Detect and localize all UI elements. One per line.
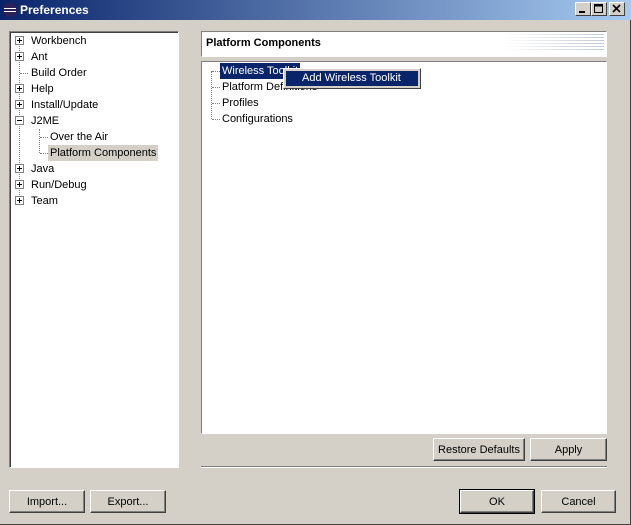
tree-connector bbox=[212, 119, 220, 120]
expand-icon[interactable] bbox=[15, 164, 24, 173]
tree-connector bbox=[212, 71, 220, 72]
tree-item-help[interactable]: Help bbox=[10, 81, 170, 97]
maximize-button[interactable] bbox=[591, 2, 607, 16]
maximize-icon bbox=[594, 4, 603, 13]
tree-item-j2me[interactable]: J2ME bbox=[10, 113, 170, 129]
preferences-tree[interactable]: Workbench Ant Build Order Help Install/U… bbox=[9, 31, 179, 468]
tree-item-profiles[interactable]: Profiles bbox=[202, 95, 402, 111]
tree-connector bbox=[40, 153, 48, 154]
expand-icon[interactable] bbox=[15, 36, 24, 45]
page-title: Platform Components bbox=[206, 37, 321, 49]
header-decoration bbox=[504, 34, 604, 52]
tree-item-build-order[interactable]: Build Order bbox=[10, 65, 170, 81]
restore-defaults-button[interactable]: Restore Defaults bbox=[433, 438, 525, 461]
cancel-button[interactable]: Cancel bbox=[541, 490, 616, 513]
tree-item-platform-components[interactable]: Platform Components bbox=[10, 145, 170, 161]
minimize-button[interactable] bbox=[575, 2, 591, 16]
title-bar[interactable]: Preferences bbox=[0, 0, 631, 20]
ok-button[interactable]: OK bbox=[459, 489, 535, 514]
export-button[interactable]: Export... bbox=[90, 490, 166, 513]
expand-icon[interactable] bbox=[15, 180, 24, 189]
tree-item-install-update[interactable]: Install/Update bbox=[10, 97, 170, 113]
expand-icon[interactable] bbox=[15, 196, 24, 205]
tree-connector bbox=[20, 73, 28, 74]
close-icon bbox=[612, 4, 621, 13]
collapse-icon[interactable] bbox=[15, 116, 24, 125]
tree-item-team[interactable]: Team bbox=[10, 193, 170, 209]
tree-item-over-the-air[interactable]: Over the Air bbox=[10, 129, 170, 145]
preferences-window: Preferences Workbench Ant Build Order He… bbox=[0, 0, 631, 525]
tree-connector bbox=[212, 103, 220, 104]
platform-components-tree[interactable]: Wireless Toolkit Platform Definitions Pr… bbox=[201, 61, 607, 434]
import-button[interactable]: Import... bbox=[9, 490, 85, 513]
tree-connector bbox=[40, 137, 48, 138]
expand-icon[interactable] bbox=[15, 52, 24, 61]
tree-item-run-debug[interactable]: Run/Debug bbox=[10, 177, 170, 193]
expand-icon[interactable] bbox=[15, 100, 24, 109]
tree-item-configurations[interactable]: Configurations bbox=[202, 111, 402, 127]
tree-item-java[interactable]: Java bbox=[10, 161, 170, 177]
tree-connector bbox=[212, 87, 220, 88]
close-button[interactable] bbox=[609, 2, 625, 16]
tree-item-workbench[interactable]: Workbench bbox=[10, 33, 170, 49]
window-title: Preferences bbox=[20, 3, 89, 17]
apply-button[interactable]: Apply bbox=[530, 438, 607, 461]
minimize-icon bbox=[579, 11, 585, 13]
expand-icon[interactable] bbox=[15, 84, 24, 93]
page-header: Platform Components bbox=[201, 31, 607, 57]
tree-item-ant[interactable]: Ant bbox=[10, 49, 170, 65]
eclipse-icon bbox=[2, 2, 18, 18]
separator bbox=[201, 466, 607, 468]
add-wireless-toolkit-menu-item[interactable]: Add Wireless Toolkit bbox=[286, 71, 418, 86]
context-menu: Add Wireless Toolkit bbox=[283, 68, 421, 89]
